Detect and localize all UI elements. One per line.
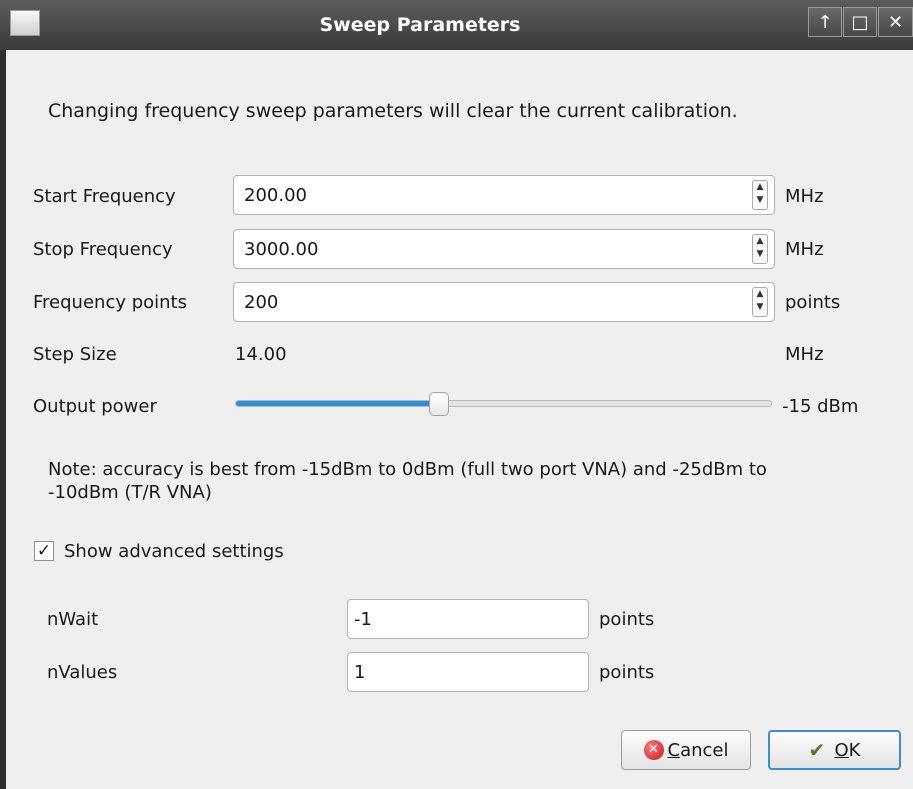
- ok-icon: ✔: [808, 738, 826, 762]
- spin-up-icon[interactable]: ▲: [753, 181, 767, 194]
- cancel-label: Cancel: [667, 739, 729, 761]
- stop-frequency-value: 3000.00: [244, 239, 319, 260]
- slider-fill: [236, 401, 440, 406]
- spin-up-icon[interactable]: ▲: [753, 288, 767, 301]
- ok-label: OK: [834, 739, 861, 761]
- start-frequency-unit: MHz: [785, 186, 824, 207]
- spin-arrows[interactable]: ▲ ▼: [752, 287, 768, 317]
- output-power-slider[interactable]: [235, 392, 772, 416]
- advanced-settings-label[interactable]: Show advanced settings: [64, 541, 284, 562]
- ok-button[interactable]: ✔ OK: [768, 730, 901, 770]
- stop-frequency-unit: MHz: [785, 239, 824, 260]
- step-size-unit: MHz: [785, 344, 824, 365]
- frequency-points-value: 200: [244, 292, 279, 313]
- start-frequency-value: 200.00: [244, 185, 307, 206]
- window-frame: [0, 50, 6, 789]
- start-frequency-label: Start Frequency: [33, 186, 176, 207]
- nwait-unit: points: [599, 609, 655, 630]
- frequency-points-label: Frequency points: [33, 292, 187, 313]
- calibration-warning: Changing frequency sweep parameters will…: [48, 100, 738, 122]
- step-size-label: Step Size: [33, 344, 117, 365]
- cancel-button[interactable]: ✕ Cancel: [621, 730, 751, 770]
- frequency-points-spinbox[interactable]: 200 ▲ ▼: [233, 282, 775, 322]
- nvalues-label: nValues: [47, 662, 118, 683]
- cancel-icon: ✕: [643, 740, 664, 760]
- output-power-value: -15 dBm: [782, 396, 859, 417]
- output-power-label: Output power: [33, 396, 157, 417]
- nvalues-value: 1: [354, 662, 366, 683]
- spin-arrows[interactable]: ▲ ▼: [752, 180, 768, 210]
- nvalues-input[interactable]: 1: [347, 652, 589, 692]
- nwait-input[interactable]: -1: [347, 599, 589, 639]
- stop-frequency-spinbox[interactable]: 3000.00 ▲ ▼: [233, 229, 775, 269]
- checkmark-icon: ✓: [36, 541, 52, 561]
- frequency-points-unit: points: [785, 292, 841, 313]
- spin-down-icon[interactable]: ▼: [753, 248, 767, 261]
- accuracy-note: Note: accuracy is best from -15dBm to 0d…: [48, 459, 767, 503]
- nwait-value: -1: [354, 609, 372, 630]
- window-title: Sweep Parameters: [319, 14, 521, 36]
- close-icon[interactable]: ✕: [878, 7, 913, 37]
- restore-icon[interactable]: □: [843, 7, 877, 37]
- start-frequency-spinbox[interactable]: 200.00 ▲ ▼: [233, 175, 775, 215]
- stop-frequency-label: Stop Frequency: [33, 239, 173, 260]
- advanced-settings-checkbox[interactable]: ✓: [34, 541, 54, 561]
- step-size-value: 14.00: [235, 344, 287, 365]
- slider-handle[interactable]: [429, 392, 450, 416]
- title-bar: Sweep Parameters ↑ □ ✕: [0, 0, 913, 50]
- spin-arrows[interactable]: ▲ ▼: [752, 234, 768, 264]
- spin-down-icon[interactable]: ▼: [753, 194, 767, 207]
- maximize-up-icon[interactable]: ↑: [808, 7, 842, 37]
- spin-down-icon[interactable]: ▼: [753, 301, 767, 314]
- nvalues-unit: points: [599, 662, 655, 683]
- spin-up-icon[interactable]: ▲: [753, 235, 767, 248]
- nwait-label: nWait: [47, 609, 99, 630]
